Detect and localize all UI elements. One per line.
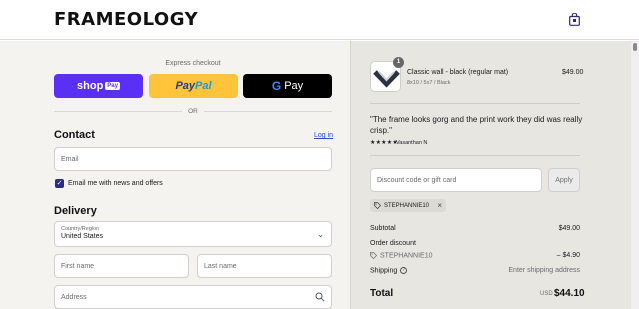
paypal-pal-text: Pal <box>195 80 212 92</box>
tag-icon <box>374 202 381 209</box>
apply-discount-button[interactable]: Apply <box>548 168 580 192</box>
applied-code-text: STEPHANNIE10 <box>384 202 430 209</box>
google-g-icon: G <box>271 79 282 93</box>
applied-discount-chip: STEPHANNIE10 × <box>370 199 446 212</box>
total-currency: USD <box>540 291 553 297</box>
quantity-badge: 1 <box>393 57 404 68</box>
google-pay-text: Pay <box>284 80 304 92</box>
discount-code-field[interactable]: Discount code or gift card <box>370 168 542 192</box>
order-discount-code-text: STEPHANNIE10 <box>380 252 433 260</box>
or-label: OR <box>188 108 198 115</box>
site-header: FRAMEOLOGY <box>0 0 639 40</box>
summary-divider <box>370 103 580 104</box>
scrollbar-thumb[interactable] <box>633 43 637 51</box>
paypal-pay-text: Pay <box>175 80 196 92</box>
paypal-button[interactable]: Pay Pal <box>149 74 238 98</box>
express-checkout-label: Express checkout <box>165 60 221 67</box>
subtotal-value: $49.00 <box>558 225 580 232</box>
order-discount-code: STEPHANNIE10 <box>370 252 433 259</box>
shop-pay-button[interactable]: shop Pay <box>54 74 143 98</box>
contact-heading: Contact <box>54 129 95 141</box>
shop-pay-wordmark: shop <box>77 80 104 92</box>
divider-line <box>203 111 332 112</box>
newsletter-label: Email me with news and offers <box>68 180 163 187</box>
brand-logo[interactable]: FRAMEOLOGY <box>54 9 198 30</box>
address-placeholder: Address <box>61 293 87 301</box>
google-pay-button[interactable]: G Pay <box>243 74 332 98</box>
checkout-form: Express checkout shop Pay Pay Pal G Pay O… <box>0 41 350 309</box>
product-variant: 8x10 / 5x7 / Black <box>407 80 451 86</box>
last-name-placeholder: Last name <box>204 262 237 270</box>
total-label: Total <box>370 288 394 299</box>
divider-line <box>54 111 183 112</box>
country-label: Country/Region <box>61 226 100 232</box>
chevron-down-icon: ⌄ <box>317 230 324 239</box>
newsletter-checkbox[interactable]: ✓ <box>55 179 64 188</box>
email-placeholder: Email <box>61 155 79 163</box>
shop-pay-pill: Pay <box>105 82 120 90</box>
discount-value: – $4.90 <box>556 252 580 259</box>
tag-icon <box>370 252 378 260</box>
subtotal-label: Subtotal <box>370 225 396 232</box>
info-icon[interactable]: ? <box>400 267 408 274</box>
review-quote: "The frame looks gorg and the print work… <box>370 115 583 135</box>
order-summary: 1 Classic wall - black (regular mat) 8x1… <box>350 41 631 309</box>
product-name: Classic wall - black (regular mat) <box>407 69 509 76</box>
shopping-bag-icon[interactable] <box>569 13 580 26</box>
country-select[interactable]: Country/Region United States ⌄ <box>54 221 332 247</box>
country-value: United States <box>61 233 104 240</box>
shipping-row: Shipping? <box>370 267 408 275</box>
review-stars: ★★★★★ <box>370 140 398 146</box>
or-divider: OR <box>54 107 332 116</box>
remove-discount-icon[interactable]: × <box>437 201 442 210</box>
shipping-value: Enter shipping address <box>508 267 580 274</box>
search-icon <box>315 292 325 302</box>
shipping-label: Shipping <box>370 267 398 275</box>
product-price: $49.00 <box>562 69 584 76</box>
delivery-heading: Delivery <box>54 205 97 217</box>
reviewer-name: Vasanthan N <box>396 140 428 146</box>
email-field[interactable]: Email <box>54 147 332 171</box>
last-name-field[interactable]: Last name <box>197 254 332 278</box>
address-field[interactable]: Address <box>54 285 332 309</box>
summary-divider <box>370 155 580 156</box>
discount-placeholder: Discount code or gift card <box>377 176 457 184</box>
order-discount-label: Order discount <box>370 240 416 247</box>
first-name-field[interactable]: First name <box>54 254 189 278</box>
total-value: $44.10 <box>554 288 585 299</box>
first-name-placeholder: First name <box>61 262 95 270</box>
login-link[interactable]: Log in <box>314 132 333 139</box>
page-scrollbar[interactable] <box>631 41 639 309</box>
